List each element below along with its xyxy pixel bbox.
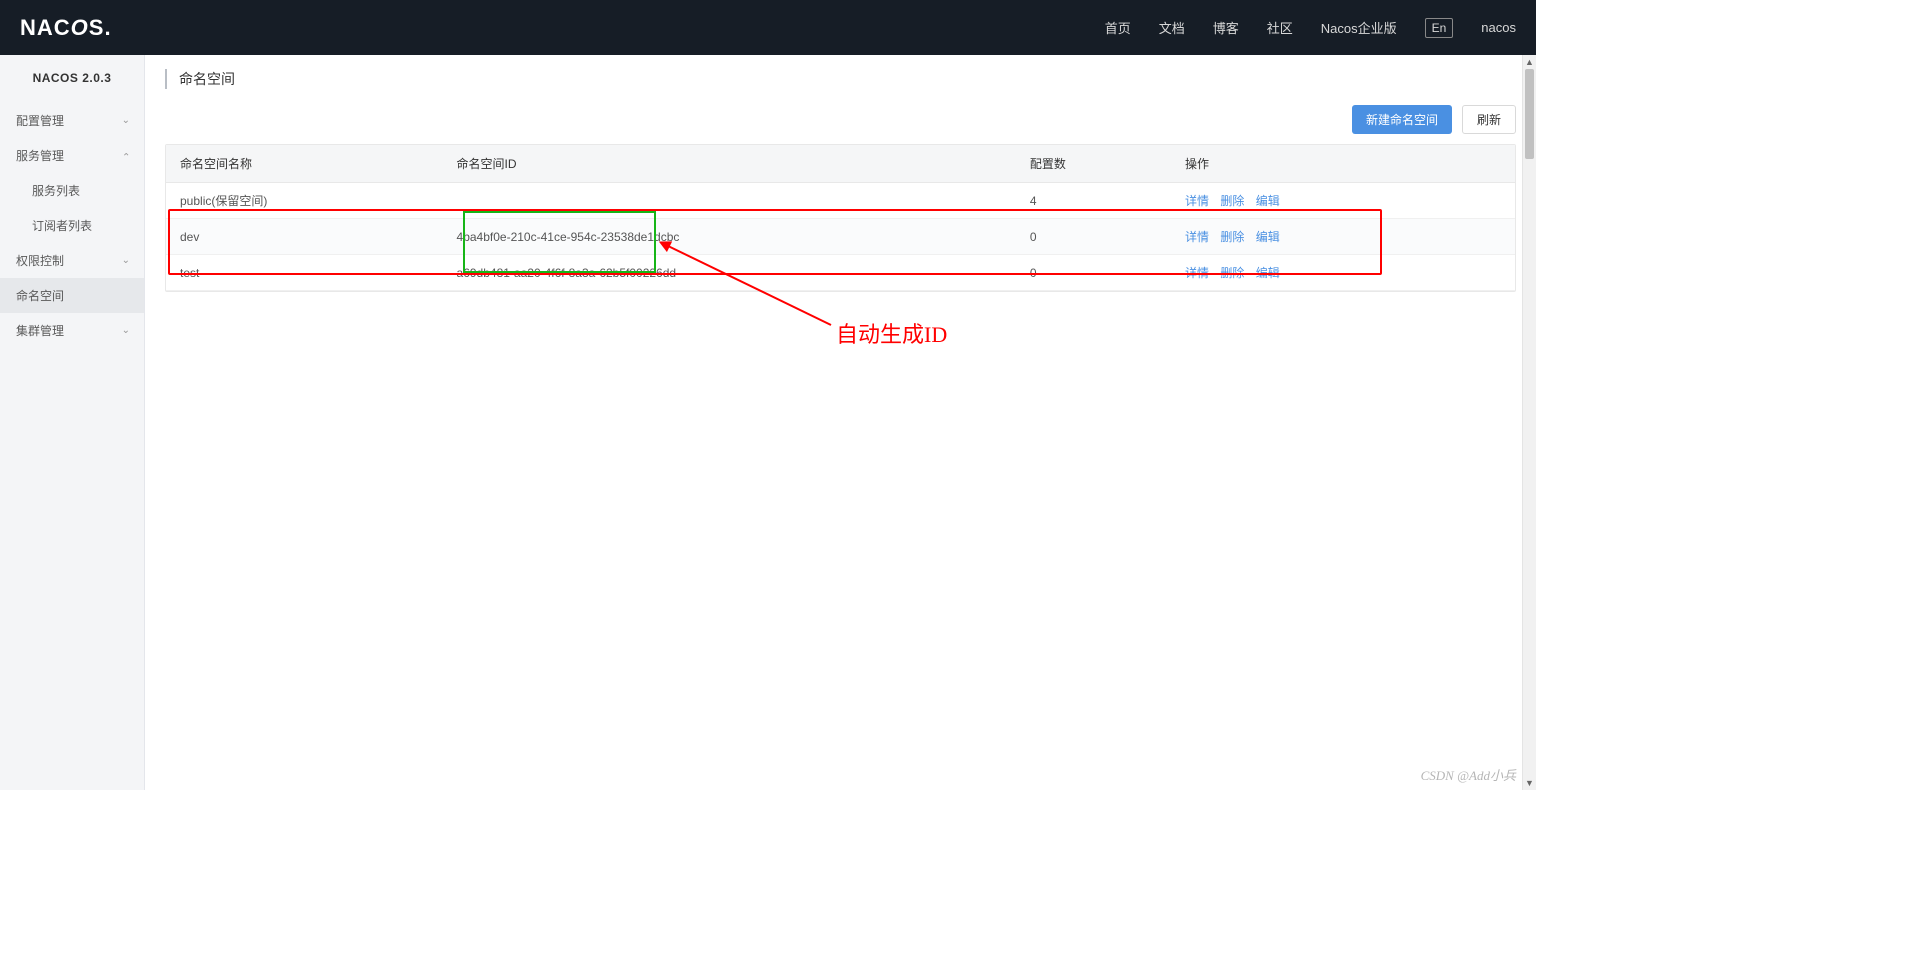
- cell-name: public(保留空间): [166, 183, 443, 219]
- nav-link-community[interactable]: 社区: [1267, 18, 1293, 37]
- col-header-cfg: 配置数: [1016, 145, 1171, 183]
- sidebar-item-label: 权限控制: [16, 252, 64, 269]
- scroll-up-icon[interactable]: ▲: [1523, 55, 1536, 69]
- logo: NACOS.: [20, 15, 112, 41]
- refresh-button[interactable]: 刷新: [1462, 105, 1516, 134]
- scrollbar[interactable]: ▲ ▼: [1522, 55, 1536, 790]
- op-delete[interactable]: 删除: [1220, 266, 1244, 280]
- chevron-up-icon: ⌄: [122, 150, 130, 161]
- nav-link-docs[interactable]: 文档: [1159, 18, 1185, 37]
- cell-name: test: [166, 255, 443, 291]
- nav-link-enterprise[interactable]: Nacos企业版: [1321, 18, 1397, 37]
- op-edit[interactable]: 编辑: [1256, 194, 1280, 208]
- cell-id: 4ba4bf0e-210c-41ce-954c-23538de1dcbc: [443, 219, 1016, 255]
- chevron-down-icon: ⌄: [122, 325, 130, 336]
- op-detail[interactable]: 详情: [1185, 194, 1209, 208]
- watermark: CSDN @Add小兵: [1421, 765, 1516, 784]
- sidebar-item-namespace[interactable]: 命名空间: [0, 278, 144, 313]
- sidebar-item-label: 服务管理: [16, 147, 64, 164]
- sidebar-item-label: 命名空间: [16, 287, 64, 304]
- op-detail[interactable]: 详情: [1185, 230, 1209, 244]
- content-header: 命名空间: [145, 55, 1536, 105]
- op-detail[interactable]: 详情: [1185, 266, 1209, 280]
- table-header-row: 命名空间名称 命名空间ID 配置数 操作: [166, 145, 1515, 183]
- cell-name: dev: [166, 219, 443, 255]
- sidebar-version: NACOS 2.0.3: [0, 55, 144, 103]
- user-menu[interactable]: nacos: [1481, 20, 1516, 35]
- topbar: NACOS. 首页 文档 博客 社区 Nacos企业版 En nacos: [0, 0, 1536, 55]
- page-title: 命名空间: [179, 71, 235, 87]
- chevron-down-icon: ⌄: [122, 115, 130, 126]
- sidebar-item-label: 订阅者列表: [32, 219, 92, 233]
- sidebar-item-config-mgmt[interactable]: 配置管理 ⌄: [0, 103, 144, 138]
- col-header-id: 命名空间ID: [443, 145, 1016, 183]
- action-bar: 新建命名空间 刷新: [145, 105, 1536, 144]
- op-edit[interactable]: 编辑: [1256, 266, 1280, 280]
- sidebar-item-label: 服务列表: [32, 184, 80, 198]
- topbar-nav: 首页 文档 博客 社区 Nacos企业版 En nacos: [1105, 18, 1516, 38]
- nav-link-home[interactable]: 首页: [1105, 18, 1131, 37]
- cell-op: 详情 删除 编辑: [1171, 255, 1515, 291]
- page-title-wrap: 命名空间: [165, 69, 235, 89]
- sidebar: NACOS 2.0.3 配置管理 ⌄ 服务管理 ⌄ 服务列表 订阅者列表 权限控…: [0, 55, 145, 790]
- scrollbar-thumb[interactable]: [1525, 69, 1534, 159]
- main-content: 命名空间 新建命名空间 刷新 命名空间名称 命名空间ID 配置数: [145, 55, 1536, 790]
- sidebar-subitem-subscriber-list[interactable]: 订阅者列表: [0, 208, 144, 243]
- scroll-down-icon[interactable]: ▼: [1523, 776, 1536, 790]
- sidebar-item-service-mgmt[interactable]: 服务管理 ⌄: [0, 138, 144, 173]
- cell-cfg: 4: [1016, 183, 1171, 219]
- chevron-down-icon: ⌄: [122, 255, 130, 266]
- cell-id: [443, 183, 1016, 219]
- create-namespace-button[interactable]: 新建命名空间: [1352, 105, 1452, 134]
- op-delete[interactable]: 删除: [1220, 194, 1244, 208]
- cell-cfg: 0: [1016, 219, 1171, 255]
- sidebar-item-cluster-mgmt[interactable]: 集群管理 ⌄: [0, 313, 144, 348]
- col-header-name: 命名空间名称: [166, 145, 443, 183]
- sidebar-item-label: 集群管理: [16, 322, 64, 339]
- cell-op: 详情 删除 编辑: [1171, 219, 1515, 255]
- annotation-text: 自动生成ID: [836, 317, 947, 349]
- table-row: public(保留空间) 4 详情 删除 编辑: [166, 183, 1515, 219]
- sidebar-item-permission[interactable]: 权限控制 ⌄: [0, 243, 144, 278]
- sidebar-item-label: 配置管理: [16, 112, 64, 129]
- op-delete[interactable]: 删除: [1220, 230, 1244, 244]
- op-edit[interactable]: 编辑: [1256, 230, 1280, 244]
- cell-id: a69db481-aa20-4f6f-8a3a-62b5f00226dd: [443, 255, 1016, 291]
- logo-text: NACOS.: [20, 15, 112, 40]
- cell-op: 详情 删除 编辑: [1171, 183, 1515, 219]
- table-row: dev 4ba4bf0e-210c-41ce-954c-23538de1dcbc…: [166, 219, 1515, 255]
- cell-cfg: 0: [1016, 255, 1171, 291]
- namespace-table: 命名空间名称 命名空间ID 配置数 操作 public(保留空间) 4: [165, 144, 1516, 292]
- sidebar-subitem-service-list[interactable]: 服务列表: [0, 173, 144, 208]
- col-header-op: 操作: [1171, 145, 1515, 183]
- nav-link-blog[interactable]: 博客: [1213, 18, 1239, 37]
- table-row: test a69db481-aa20-4f6f-8a3a-62b5f00226d…: [166, 255, 1515, 291]
- lang-toggle[interactable]: En: [1425, 18, 1454, 38]
